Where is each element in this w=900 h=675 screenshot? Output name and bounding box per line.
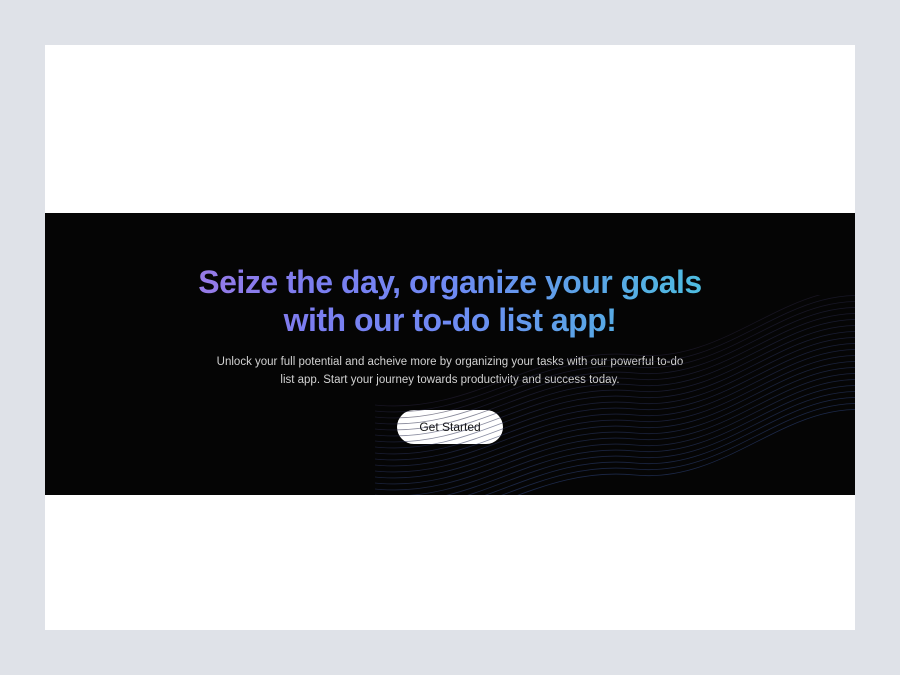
get-started-button[interactable]: Get Started: [397, 410, 502, 444]
hero-subtitle: Unlock your full potential and acheive m…: [210, 354, 690, 390]
page-frame: Seize the day, organize your goals with …: [45, 45, 855, 630]
hero-section: Seize the day, organize your goals with …: [45, 213, 855, 495]
hero-title: Seize the day, organize your goals with …: [170, 264, 730, 340]
